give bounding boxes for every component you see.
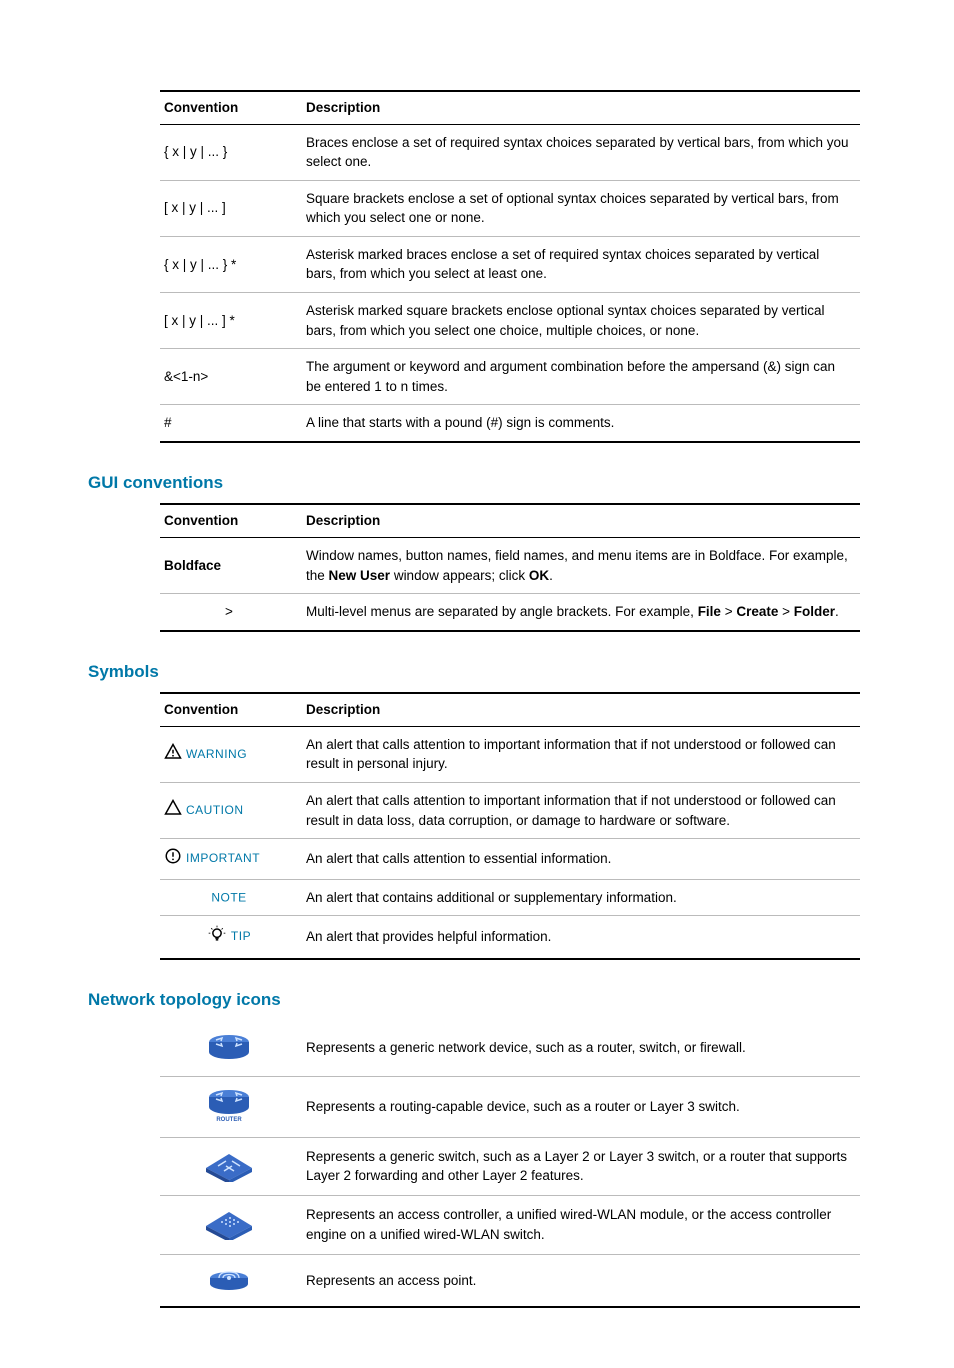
tip-icon — [207, 924, 227, 950]
generic-device-icon — [206, 1028, 252, 1068]
table-row: &<1-n>The argument or keyword and argume… — [160, 349, 860, 405]
caution-icon — [164, 799, 182, 823]
switch-icon — [204, 1146, 254, 1188]
table-row: Boldface Window names, button names, fie… — [160, 537, 860, 593]
col-description: Description — [302, 504, 860, 537]
table-row: WARNING An alert that calls attention to… — [160, 726, 860, 782]
table-row: > Multi-level menus are separated by ang… — [160, 594, 860, 631]
table-row: { x | y | ... } *Asterisk marked braces … — [160, 236, 860, 292]
col-convention: Convention — [160, 91, 302, 124]
table-row: [ x | y | ... ] *Asterisk marked square … — [160, 292, 860, 348]
symbols-heading: Symbols — [88, 660, 866, 685]
table-row: TIP An alert that provides helpful infor… — [160, 916, 860, 959]
gui-conventions-table: Convention Description Boldface Window n… — [160, 503, 860, 631]
table-row: Represents an access point. — [160, 1254, 860, 1307]
table-row: [ x | y | ... ]Square brackets enclose a… — [160, 180, 860, 236]
table-row: Represents a generic switch, such as a L… — [160, 1137, 860, 1196]
gui-conventions-heading: GUI conventions — [88, 471, 866, 496]
router-icon: ROUTER — [206, 1085, 252, 1129]
col-description: Description — [302, 693, 860, 726]
col-convention: Convention — [160, 504, 302, 537]
col-description: Description — [302, 91, 860, 124]
table-row: { x | y | ... }Braces enclose a set of r… — [160, 124, 860, 180]
access-controller-icon — [204, 1204, 254, 1246]
table-row: Represents a generic network device, suc… — [160, 1020, 860, 1076]
table-row: ROUTER Represents a routing-capable devi… — [160, 1076, 860, 1137]
note-label: NOTE — [211, 890, 246, 904]
col-convention: Convention — [160, 693, 302, 726]
important-icon — [164, 847, 182, 871]
symbols-table: Convention Description WARNING An alert … — [160, 692, 860, 960]
svg-text:ROUTER: ROUTER — [216, 1117, 242, 1123]
table-row: #A line that starts with a pound (#) sig… — [160, 405, 860, 442]
cell: Window names, button names, field names,… — [302, 537, 860, 593]
cell: Multi-level menus are separated by angle… — [302, 594, 860, 631]
warning-icon — [164, 743, 182, 767]
topology-heading: Network topology icons — [88, 988, 866, 1013]
table-row: IMPORTANT An alert that calls attention … — [160, 839, 860, 880]
table-row: CAUTION An alert that calls attention to… — [160, 782, 860, 838]
syntax-conventions-table: Convention Description { x | y | ... }Br… — [160, 90, 860, 443]
table-row: NOTE An alert that contains additional o… — [160, 879, 860, 916]
topology-table: Represents a generic network device, suc… — [160, 1020, 860, 1308]
table-row: Represents an access controller, a unifi… — [160, 1196, 860, 1255]
access-point-icon — [207, 1263, 251, 1299]
